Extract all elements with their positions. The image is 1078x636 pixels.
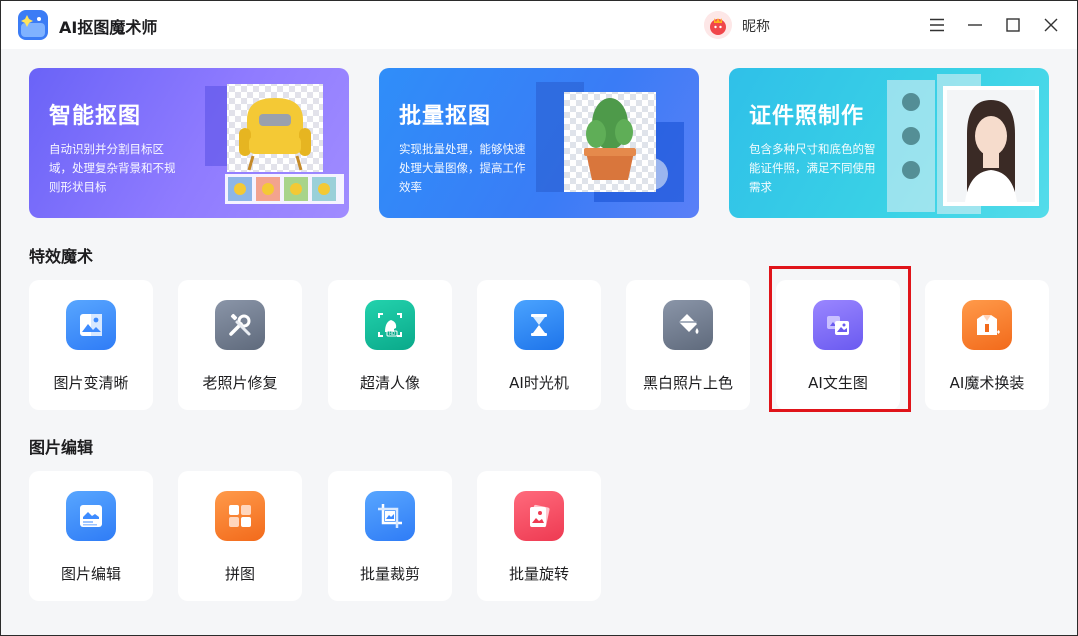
card-label: AI文生图 [808,374,868,392]
banner-desc: 实现批量处理，能够快速处理大量图像，提高工作效率 [399,142,526,194]
card-image-enhance[interactable]: 图片变清晰 [29,280,153,410]
hd-portrait-icon: HD [365,300,415,350]
minimize-button[interactable] [961,11,989,39]
card-ai-outfit-change[interactable]: AI魔术换装 [925,280,1049,410]
card-image-edit[interactable]: 图片编辑 [29,471,153,601]
banner-desc: 包含多种尺寸和底色的智能证件照，满足不同使用需求 [749,142,876,194]
close-button[interactable] [1037,11,1065,39]
card-label: 拼图 [224,565,255,583]
section-title-editing: 图片编辑 [29,438,94,457]
cactus-illustration [534,82,694,211]
wrench-tools-icon [215,300,265,350]
card-label: 图片变清晰 [53,374,129,392]
portrait-illustration [879,74,1047,218]
menu-button[interactable] [923,11,951,39]
card-label: AI时光机 [509,374,569,392]
image-enhance-icon [66,300,116,350]
title-bar: AI抠图魔术师 昵称 [1,1,1077,49]
image-edit-icon [66,491,116,541]
minimize-icon [968,24,982,26]
banner-batch-cutout[interactable]: 批量抠图 实现批量处理，能够快速处理大量图像，提高工作效率 [379,68,699,218]
user-nickname[interactable]: 昵称 [742,16,770,36]
banner-smart-cutout[interactable]: 智能抠图 自动识别并分割目标区域，处理复杂背景和不规则形状目标 [29,68,349,218]
rotate-icon [514,491,564,541]
text-to-image-icon [813,300,863,350]
card-hd-portrait[interactable]: HD 超清人像 [328,280,452,410]
user-avatar[interactable] [704,11,732,39]
app-title: AI抠图魔术师 [59,18,158,37]
banner-desc: 自动识别并分割目标区域，处理复杂背景和不规则形状目标 [49,142,176,194]
paint-bucket-icon [663,300,713,350]
card-batch-crop[interactable]: 批量裁剪 [328,471,452,601]
card-old-photo-repair[interactable]: 老照片修复 [178,280,302,410]
maximize-icon [1006,18,1020,32]
outfit-change-icon [962,300,1012,350]
svg-text:HD: HD [389,331,395,336]
banner-title: 证件照制作 [749,104,865,129]
crop-icon [365,491,415,541]
card-label: 批量裁剪 [359,565,420,583]
menu-icon [930,18,944,32]
card-label: 老照片修复 [202,374,278,392]
close-icon [1044,18,1058,32]
card-collage[interactable]: 拼图 [178,471,302,601]
banner-title: 智能抠图 [49,104,142,129]
app-window: AI抠图魔术师 昵称 智能抠图 自动识别并分割目标区域，处理复杂背景和不规则形状… [0,0,1078,636]
card-label: AI魔术换装 [949,374,1025,392]
section-title-effects: 特效魔术 [29,247,94,266]
card-label: 批量旋转 [508,565,569,583]
card-label: 超清人像 [359,374,420,392]
card-label: 黑白照片上色 [642,374,733,392]
banner-title: 批量抠图 [399,104,492,129]
card-ai-time-machine[interactable]: AI时光机 [477,280,601,410]
hourglass-icon [514,300,564,350]
collage-icon [215,491,265,541]
app-logo-icon [17,9,49,41]
card-batch-rotate[interactable]: 批量旋转 [477,471,601,601]
card-label: 图片编辑 [60,565,121,583]
card-ai-text-to-image[interactable]: AI文生图 [776,280,900,410]
banner-id-photo[interactable]: 证件照制作 包含多种尺寸和底色的智能证件照，满足不同使用需求 [729,68,1049,218]
card-colorize-photo[interactable]: 黑白照片上色 [626,280,750,410]
armchair-illustration [199,80,349,212]
maximize-button[interactable] [999,11,1027,39]
